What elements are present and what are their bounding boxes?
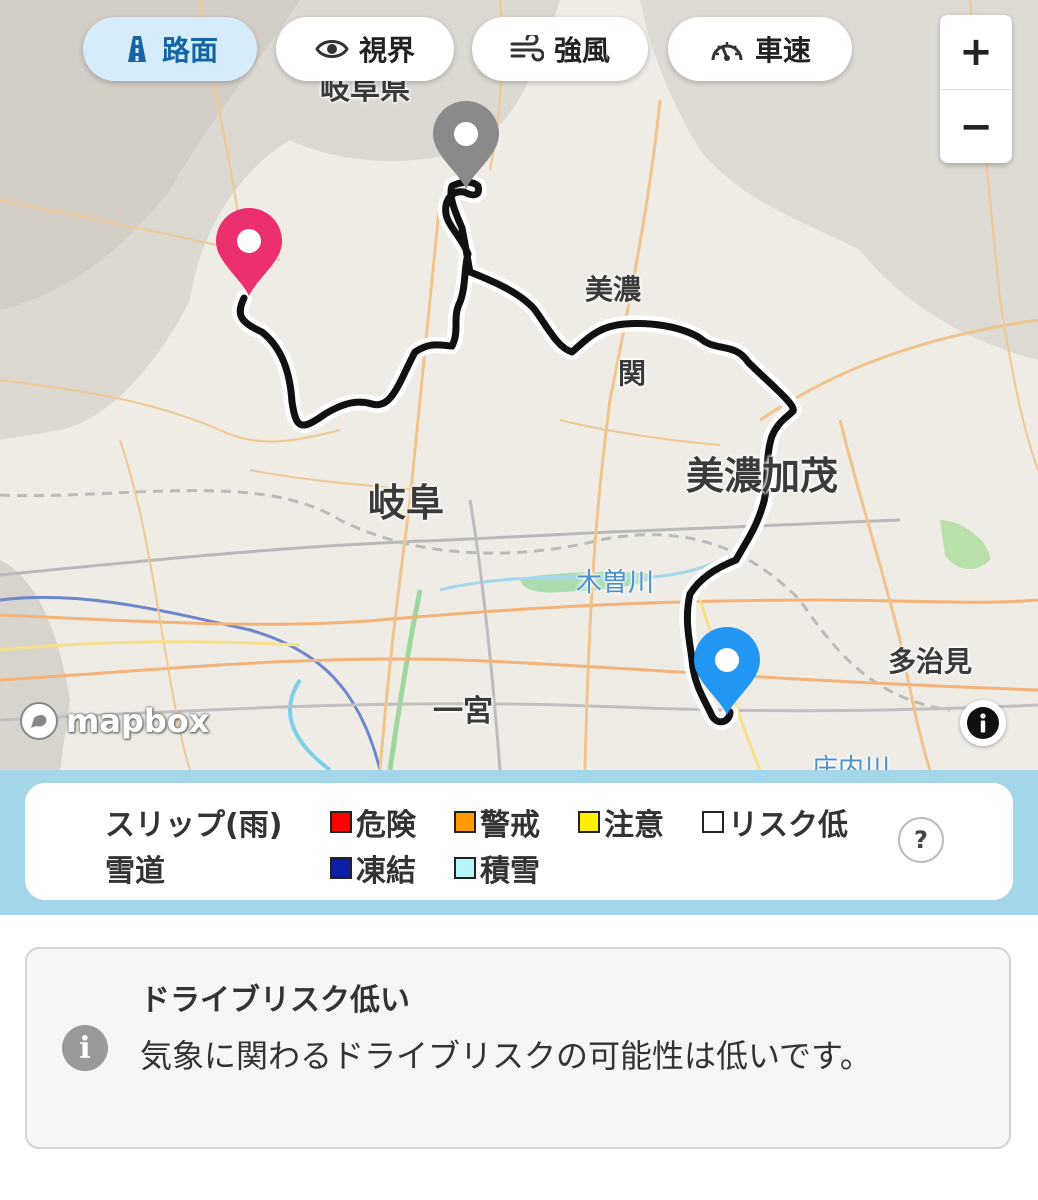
legend-item-snow: 積雪 (454, 846, 540, 890)
speedometer-icon (711, 42, 743, 61)
legend-item-label: 注意 (604, 808, 664, 843)
low-risk-swatch (702, 811, 724, 833)
legend-slip-title: スリップ(雨) (105, 808, 283, 843)
legend-item-label: 警戒 (480, 808, 540, 843)
legend-item-low-risk: リスク低 (702, 800, 848, 844)
layer-wind-label: 強風 (553, 34, 610, 67)
map-info-button[interactable] (960, 700, 1006, 746)
place-label-tajimi: 多治見 (888, 645, 973, 678)
mapbox-logo[interactable]: mapbox (18, 700, 209, 742)
legend-item-caution: 注意 (578, 800, 664, 844)
caution-swatch (578, 811, 600, 833)
legend-help-button[interactable]: ? (898, 817, 944, 863)
risk-message: 気象に関わるドライブリスクの可能性は低いです。 (140, 1037, 872, 1075)
danger-swatch (330, 811, 352, 833)
legend-item-frozen: 凍結 (330, 846, 416, 890)
info-icon: i (62, 1025, 108, 1071)
place-label-kisogawa: 木曽川 (576, 568, 655, 598)
legend-item-label: 積雪 (480, 854, 540, 889)
place-label-shonaigawa: 庄内川 (812, 754, 891, 770)
layer-speed-button[interactable]: 車速 (668, 17, 852, 81)
legend-item-warning: 警戒 (454, 800, 540, 844)
gray-marker[interactable] (433, 101, 499, 189)
place-label-minokamo: 美濃加茂 (686, 454, 839, 498)
map-base (0, 0, 1038, 770)
snow-swatch (454, 857, 476, 879)
zoom-in-button[interactable]: + (940, 15, 1012, 89)
place-label-mino: 美濃 (585, 273, 642, 306)
layer-speed-label: 車速 (754, 34, 811, 67)
place-label-seki: 関 (618, 357, 647, 390)
legend-item-label: 凍結 (356, 854, 416, 889)
info-icon (967, 707, 999, 739)
legend-item-label: リスク低 (728, 808, 848, 843)
layer-visibility-button[interactable]: 視界 (276, 17, 454, 81)
mapbox-icon (20, 702, 58, 740)
layer-visibility-label: 視界 (358, 34, 415, 67)
map-view[interactable]: 岐阜県 美濃 関 岐阜 美濃加茂 木曽川 多治見 一宮 庄内川 路面 視界 強風 (0, 0, 1038, 770)
warning-swatch (454, 811, 476, 833)
mapbox-wordmark: mapbox (66, 702, 210, 740)
zoom-out-button[interactable]: − (940, 89, 1012, 163)
legend-item-label: 危険 (356, 808, 416, 843)
place-label-gifu: 岐阜 (368, 481, 445, 525)
layer-wind-button[interactable]: 強風 (472, 17, 648, 81)
legend-snow-title: 雪道 (105, 854, 165, 889)
legend-item-danger: 危険 (330, 800, 416, 844)
layer-road-label: 路面 (161, 34, 218, 67)
risk-title: ドライブリスク低い (140, 983, 410, 1018)
eye-icon (315, 40, 349, 58)
place-label-ichinomiya: 一宮 (433, 694, 493, 729)
road-icon (127, 36, 146, 62)
frozen-swatch (330, 857, 352, 879)
wind-icon (510, 35, 544, 62)
zoom-control: + − (940, 15, 1012, 163)
pink-marker[interactable] (216, 208, 282, 296)
layer-road-button[interactable]: 路面 (83, 17, 257, 81)
